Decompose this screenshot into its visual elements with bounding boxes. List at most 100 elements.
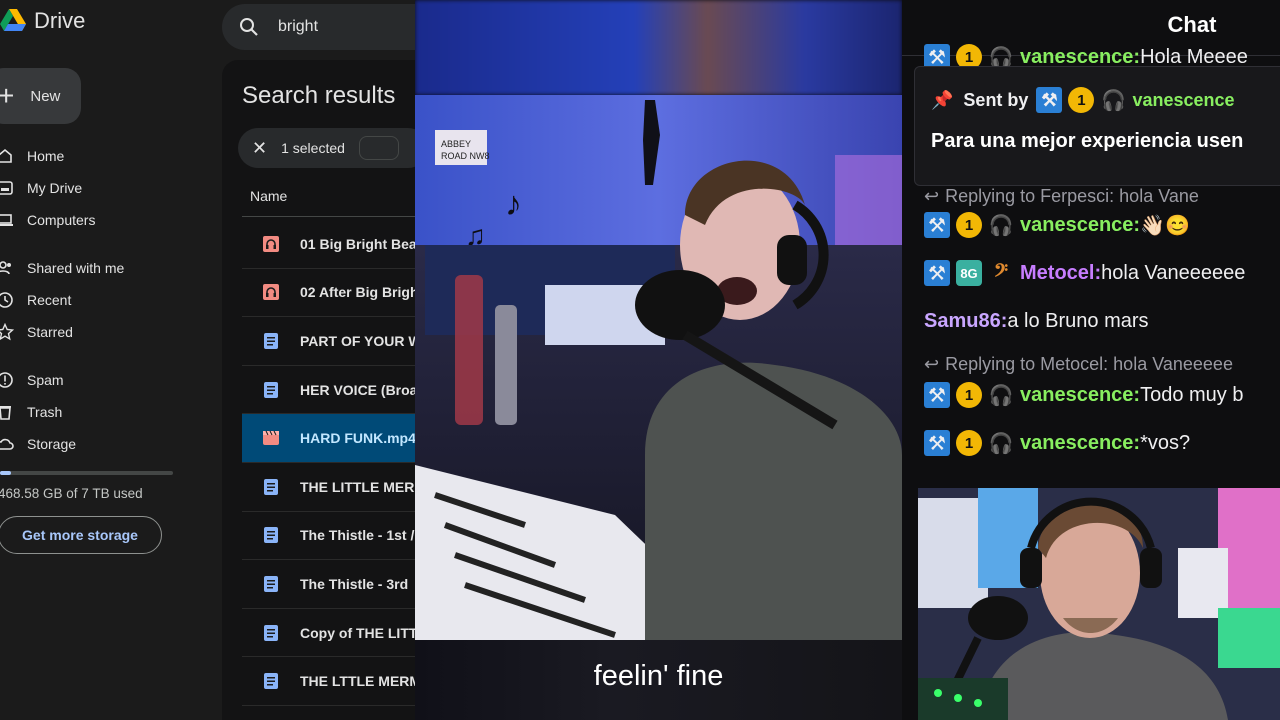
chat-username[interactable]: vanescence: — [1020, 432, 1140, 455]
spam-icon — [0, 372, 13, 388]
nav-item-home[interactable]: Home — [0, 140, 215, 172]
cloud-icon — [0, 438, 14, 450]
file-row[interactable]: The Thistle - 3rd — [242, 560, 415, 609]
subscriber-badge-icon: 1 — [956, 430, 982, 456]
drive-logo[interactable]: Drive — [0, 8, 85, 34]
nav-item-starred[interactable]: Starred — [0, 316, 215, 348]
chat-message-text: Todo muy b — [1140, 383, 1244, 406]
chat-message-text: a lo Bruno mars — [1007, 310, 1149, 332]
chat-message: ⚒ 8G 𝄢 Metocel: hola Vaneeeeee — [924, 260, 1245, 286]
file-row[interactable]: 01 Big Bright Bea — [242, 220, 415, 269]
file-row[interactable]: THE LITTLE MERI — [242, 463, 415, 512]
chat-message-text: *vos? — [1140, 431, 1191, 454]
chat-panel: Chat ⚒ 1 🎧 vanescence: Hola Meeee 📌 Sent… — [902, 0, 1280, 720]
video-panel: ABBEY ROAD NW8 ♪ ♫ feelin' fine — [415, 0, 902, 720]
svg-text:♪: ♪ — [505, 185, 522, 223]
pinned-header: 📌 Sent by ⚒ 1 🎧 vanescence — [931, 87, 1235, 113]
close-icon[interactable]: ✕ — [252, 138, 267, 159]
nav-item-shared[interactable]: Shared with me — [0, 252, 215, 284]
file-row[interactable]: PART OF YOUR W — [242, 317, 415, 366]
drive-panel: Drive + New Home My Drive Computers Shar… — [0, 0, 415, 720]
file-row[interactable]: 02 After Big Brigh — [242, 269, 415, 318]
nav-item-spam[interactable]: Spam — [0, 364, 215, 396]
nav-label: Recent — [27, 292, 72, 308]
file-row[interactable]: Copy of THE LITT — [242, 609, 415, 658]
chat-username[interactable]: Samu86: — [924, 310, 1007, 333]
nav-item-recent[interactable]: Recent — [0, 284, 215, 316]
moderator-badge-icon: ⚒ — [924, 430, 950, 456]
file-name: The Thistle - 3rd — [300, 575, 409, 592]
chat-message-text: 👋🏻😊 — [1140, 214, 1190, 237]
file-row[interactable]: HER VOICE (Broa — [242, 366, 415, 415]
subscriber-badge-icon: 1 — [1068, 87, 1095, 113]
chat-title: Chat — [1167, 12, 1217, 37]
doc-file-icon — [264, 332, 278, 349]
webcam-image — [918, 488, 1280, 720]
nav-label: Computers — [27, 212, 96, 228]
file-row[interactable]: HARD FUNK.mp4 — [242, 414, 415, 463]
moderator-badge-icon: ⚒ — [1036, 87, 1063, 113]
get-more-storage-button[interactable]: Get more storage — [0, 516, 162, 554]
selected-count: 1 selected — [281, 140, 345, 156]
glitch-badge-icon: 8G — [956, 260, 982, 286]
singer-video-image: ABBEY ROAD NW8 ♪ ♫ — [415, 95, 902, 640]
search-bar[interactable]: bright — [222, 4, 415, 50]
pinned-message[interactable]: 📌 Sent by ⚒ 1 🎧 vanescence Para una mejo… — [914, 66, 1280, 186]
nav-label: Home — [27, 148, 65, 164]
nav-label: Storage — [27, 436, 77, 452]
my-drive-icon — [0, 181, 13, 195]
chat-username[interactable]: Metocel: — [1020, 262, 1101, 285]
selection-bar: ✕ 1 selected — [238, 128, 415, 168]
chat-message: ⚒ 1 🎧 vanescence: 👋🏻😊 — [924, 212, 1190, 238]
star-icon — [0, 323, 14, 341]
moderator-badge-icon: ⚒ — [924, 260, 950, 286]
reply-text: Replying to Metocel: hola Vaneeeee — [945, 354, 1233, 374]
video-frame[interactable]: ABBEY ROAD NW8 ♪ ♫ — [415, 95, 902, 640]
file-row[interactable]: The Thistle - 1st / — [242, 512, 415, 561]
chat-username[interactable]: vanescence: — [1020, 214, 1140, 237]
svg-text:ROAD NW8: ROAD NW8 — [441, 151, 490, 161]
reply-arrow-icon: ↩ — [924, 186, 940, 206]
doc-file-icon — [264, 381, 278, 398]
drive-nav: Home My Drive Computers Shared with me R… — [0, 140, 215, 460]
chat-message-text: hola Vaneeeeee — [1101, 261, 1246, 284]
file-name: Copy of THE LITT — [300, 624, 415, 641]
chat-reply-context: ↩ Replying to Ferpesci: hola Vane — [924, 186, 1199, 207]
chat-username[interactable]: vanescence: — [1020, 384, 1140, 407]
chat-reply-context: ↩ Replying to Metocel: hola Vaneeeee — [924, 354, 1233, 375]
webcam-video[interactable] — [918, 488, 1280, 720]
divider — [242, 216, 415, 217]
video-blur-top — [415, 0, 902, 95]
moderator-badge-icon: ⚒ — [924, 382, 950, 408]
subscriber-badge-icon: 1 — [956, 382, 982, 408]
file-list: 01 Big Bright Bea 02 After Big Brigh PART … — [242, 220, 415, 706]
subscriber-badge-icon: 1 — [956, 212, 982, 238]
nav-item-my-drive[interactable]: My Drive — [0, 172, 215, 204]
clock-icon — [0, 292, 13, 308]
video-file-icon — [263, 430, 279, 446]
chat-message: ⚒ 1 🎧 vanescence: Todo muy b — [924, 382, 1243, 408]
headphones-icon: 🎧 — [988, 432, 1014, 455]
doc-file-icon — [264, 478, 278, 495]
reply-arrow-icon: ↩ — [924, 354, 940, 374]
search-input[interactable]: bright — [278, 18, 318, 36]
file-row[interactable]: THE LTTLE MERM — [242, 657, 415, 706]
search-results-pane: Search results ✕ 1 selected Name 01 Big … — [222, 60, 415, 720]
column-header-name[interactable]: Name — [250, 188, 287, 204]
pinned-sent-by-label: Sent by — [963, 89, 1029, 110]
nav-item-computers[interactable]: Computers — [0, 204, 215, 236]
pin-icon: 📌 — [931, 89, 954, 110]
nav-label: My Drive — [27, 180, 83, 196]
search-icon — [240, 18, 258, 36]
chat-message: ⚒ 1 🎧 vanescence: *vos? — [924, 430, 1190, 456]
nav-item-storage[interactable]: Storage — [0, 428, 215, 460]
filter-chip[interactable] — [358, 136, 399, 160]
headphones-icon: 🎧 — [1100, 89, 1126, 112]
file-name: THE LITTLE MERI — [300, 478, 415, 495]
pinned-text: Para una mejor experiencia usen — [931, 130, 1244, 152]
storage-meter-fill — [0, 471, 12, 475]
pinned-username[interactable]: vanescence — [1132, 90, 1234, 111]
drive-title: Drive — [34, 8, 86, 33]
new-button[interactable]: + New — [0, 68, 81, 124]
nav-item-trash[interactable]: Trash — [0, 396, 215, 428]
